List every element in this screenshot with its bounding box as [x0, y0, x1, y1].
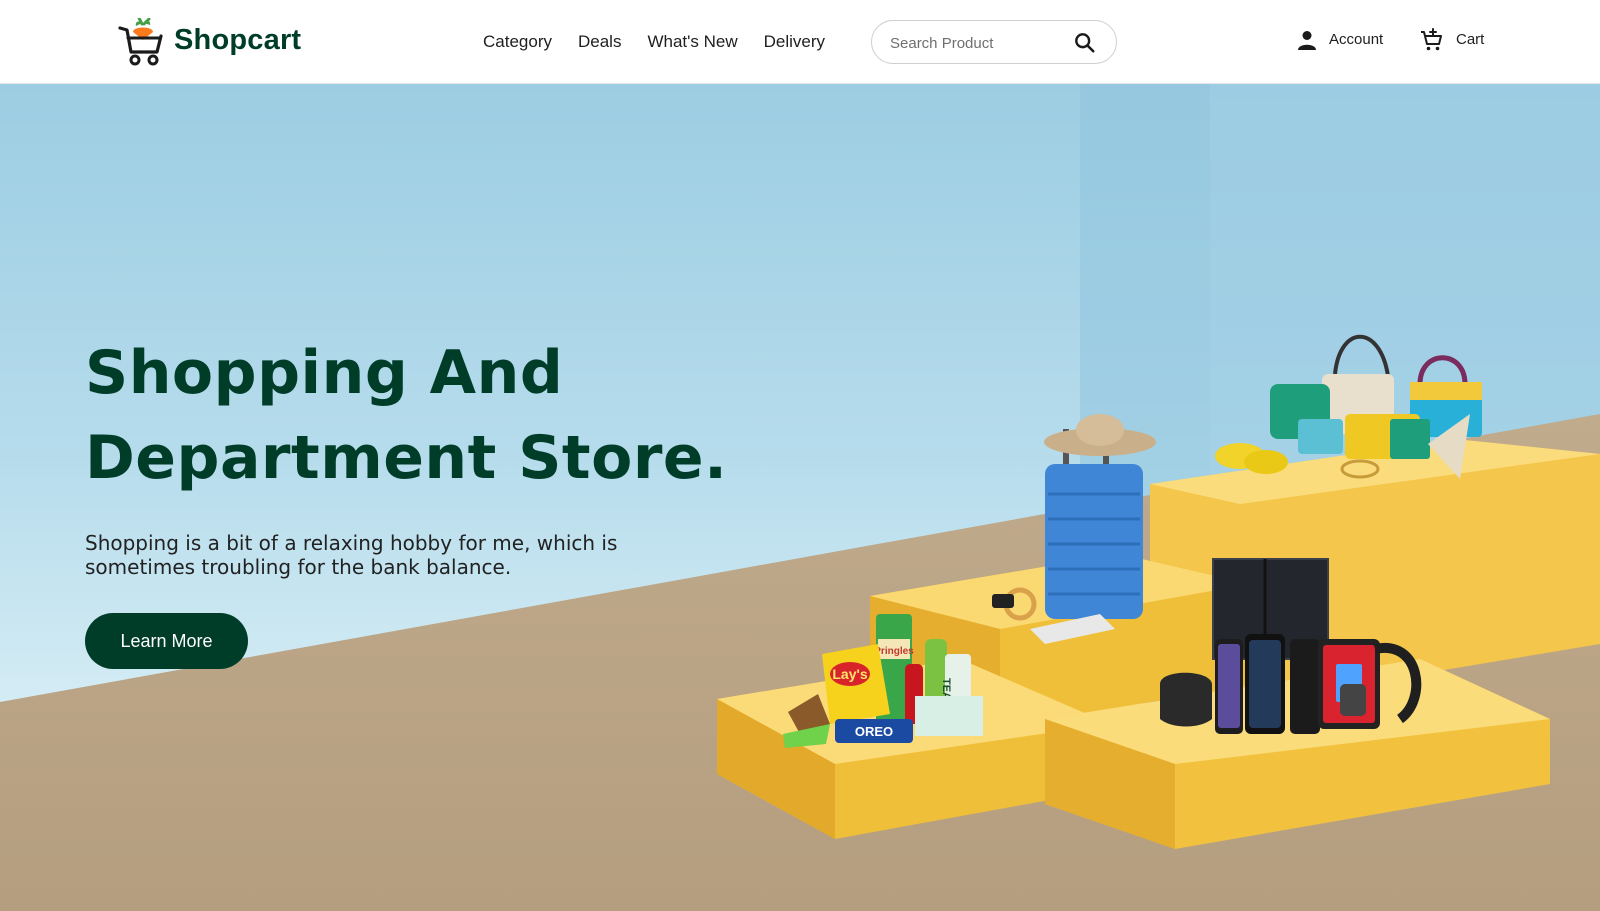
search-input[interactable]: [890, 32, 1070, 54]
site-header: Shopcart Category Deals What's New Deliv…: [0, 0, 1600, 84]
cart-carrot-icon: [118, 18, 163, 66]
main-nav: Category Deals What's New Delivery: [483, 30, 851, 54]
hero-section: Pringles Lay's TEA OREO Shopping And Dep…: [0, 84, 1600, 911]
cart-link[interactable]: Cart: [1420, 28, 1484, 52]
hero-title: Shopping And Department Store.: [85, 338, 728, 493]
search-box: [871, 20, 1117, 64]
nav-category[interactable]: Category: [483, 30, 552, 54]
oreo-label: OREO: [855, 724, 893, 739]
cart-add-icon: [1421, 28, 1442, 51]
nav-delivery[interactable]: Delivery: [764, 30, 825, 54]
account-link[interactable]: Account: [1297, 30, 1383, 50]
hero-description: Shopping is a bit of a relaxing hobby fo…: [85, 531, 618, 579]
learn-more-button[interactable]: Learn More: [85, 613, 248, 669]
nav-deals[interactable]: Deals: [578, 30, 621, 54]
search-icon[interactable]: [1074, 32, 1096, 54]
nav-whats-new[interactable]: What's New: [647, 30, 737, 54]
cart-label: Cart: [1456, 31, 1485, 48]
logo[interactable]: Shopcart: [118, 18, 301, 68]
account-label: Account: [1329, 31, 1384, 48]
pringles-label: Pringles: [874, 646, 914, 657]
lays-label: Lay's: [832, 666, 867, 682]
user-icon: [1298, 31, 1316, 50]
logo-text: Shopcart: [174, 23, 302, 56]
